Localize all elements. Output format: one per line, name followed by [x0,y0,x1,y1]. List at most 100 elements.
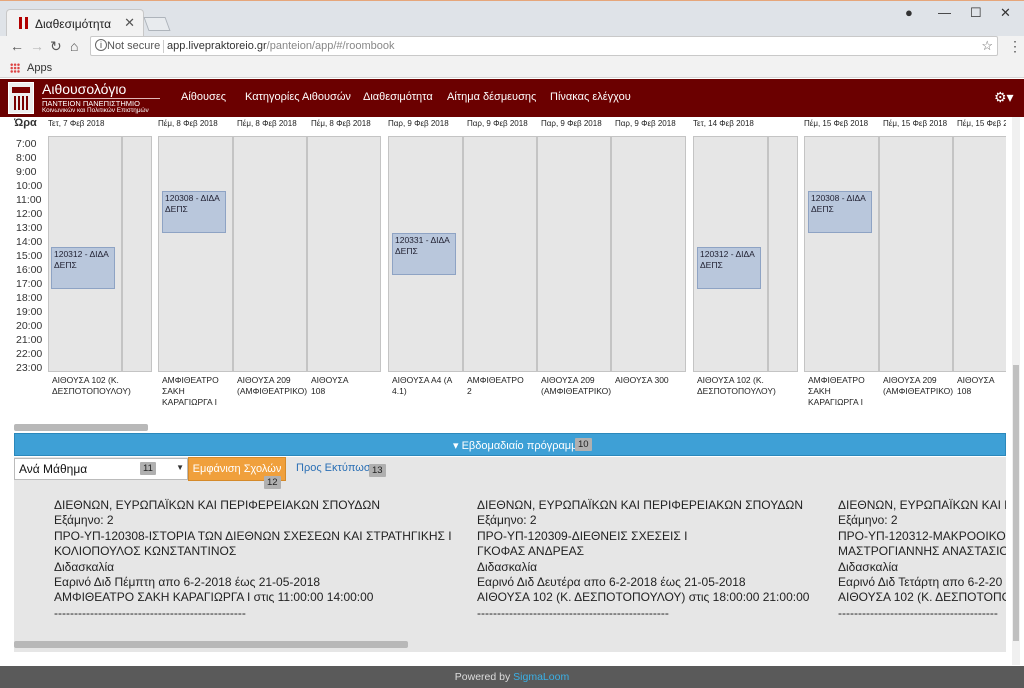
close-window-icon[interactable]: ✕ [1000,5,1011,21]
column-header[interactable]: Παρ, 9 Φεβ 2018 [615,119,676,128]
nav-availability[interactable]: Διαθεσιμότητα [363,91,433,103]
course-semester: Εξάμηνο: 2 [54,513,114,528]
room-column[interactable] [233,136,307,372]
brand-subtitle-2: Κοινωνικών και Πολιτικών Επιστημών [42,107,149,114]
bookmark-star-icon[interactable]: ☆ [981,38,993,54]
close-tab-icon[interactable]: ✕ [124,15,135,31]
booking-event[interactable]: 120312 - ΔΙΔΑ ΔΕΠΣ [697,247,761,289]
new-tab-button[interactable] [143,17,171,31]
reload-icon[interactable]: ↻ [50,38,62,55]
apps-grid-icon[interactable] [10,63,20,73]
booking-event[interactable]: 120312 - ΔΙΔΑ ΔΕΠΣ [51,247,115,289]
event-dept: ΔΕΠΣ [54,260,77,270]
course-separator: ---------------------------------------- [838,605,998,620]
profile-icon[interactable]: ● [905,5,913,20]
booking-event[interactable]: 120331 - ΔΙΔΑ ΔΕΠΣ [392,233,456,275]
room-column[interactable] [611,136,686,372]
hour-label: 9:00 [16,166,37,178]
address-bar[interactable]: i Not secure app.livepraktoreio.gr/pante… [90,36,998,56]
grouping-select[interactable]: Ανά Μάθημα ▼ [14,458,188,480]
room-column[interactable] [804,136,879,372]
browser-menu-icon[interactable]: ⋮ [1008,38,1022,55]
room-column[interactable] [537,136,611,372]
column-header[interactable]: Παρ, 9 Φεβ 2018 [467,119,528,128]
course-separator: ----------------------------------------… [477,605,669,620]
column-header[interactable]: Παρ, 9 Φεβ 2018 [388,119,449,128]
column-header[interactable]: Πέμ, 15 Φεβ 2018 [957,119,1006,128]
column-header[interactable]: Παρ, 9 Φεβ 2018 [541,119,602,128]
powered-by-text: Powered by [454,671,511,683]
course-instructor: ΚΟΛΙΟΠΟΥΛΟΣ ΚΩΝΣΤΑΝΤΙΝΟΣ [54,544,237,559]
tab-title: Διαθεσιμότητα [35,17,112,31]
booking-event[interactable]: 120308 - ΔΙΔΑ ΔΕΠΣ [808,191,872,233]
calendar-horizontal-scrollbar[interactable] [14,424,148,431]
room-column[interactable] [463,136,537,372]
room-label: ΑΙΘΟΥΣΑ Α4 (Α 4.1) [392,375,452,396]
nav-dashboard[interactable]: Πίνακας ελέγχου [550,91,631,103]
course-department: ΔΙΕΘΝΩΝ, ΕΥΡΩΠΑΪΚΩΝ ΚΑΙ ΠΕΡΙΦΕΡΕΙΑΚΩΝ ΣΠ… [54,498,380,512]
room-column[interactable] [158,136,233,372]
course-title: ΠΡΟ-ΥΠ-120312-ΜΑΚΡΟΟΙΚΟΝΟ [838,528,1006,543]
room-column[interactable] [953,136,1006,372]
room-label: ΑΜΦΙΘΕΑΤΡΟ 2 [467,375,524,396]
room-column[interactable] [879,136,953,372]
chevron-down-icon: ▼ [176,463,184,472]
room-column[interactable] [307,136,381,372]
badge-10: 10 [575,438,592,451]
maximize-icon[interactable]: ☐ [970,5,982,21]
hour-label: 11:00 [16,194,42,206]
badge-11: 11 [140,462,156,475]
back-icon[interactable]: ← [10,38,24,54]
hour-label: 15:00 [16,250,43,262]
column-header[interactable]: Πέμ, 8 Φεβ 2018 [158,119,218,128]
browser-tab[interactable]: Διαθεσιμότητα ✕ [6,9,144,37]
hour-label: 14:00 [16,236,43,248]
course-period: Εαρινό Διδ Πέμπτη απο 6-2-2018 έως 21-05… [54,575,321,590]
program-horizontal-scrollbar[interactable] [14,641,408,648]
column-header[interactable]: Τετ, 14 Φεβ 2018 [693,119,754,128]
course-type: Διδασκαλία [477,559,538,574]
page-vertical-scrollbar[interactable] [1012,117,1020,665]
url-host: app.livepraktoreio.gr [167,40,267,52]
course-block: ΔΙΕΘΝΩΝ, ΕΥΡΩΠΑΪΚΩΝ ΚΑΙ ΠΕΡΙ Εξάμηνο: 2 … [838,498,1006,621]
course-semester: Εξάμηνο: 2 [838,513,898,528]
scrollbar-thumb[interactable] [1013,365,1019,641]
nav-booking-request[interactable]: Αίτημα δέσμευσης [447,91,536,103]
course-separator: ----------------------------------------… [54,605,246,620]
forward-icon[interactable]: → [30,38,44,54]
weekly-program-text: Εβδομαδιαίο πρόγραμμα [461,440,584,452]
omnibox-separator [163,40,164,53]
nav-room-categories[interactable]: Κατηγορίες Αιθουσών [245,91,351,103]
room-label: ΑΙΘΟΥΣΑ 108 [311,375,349,396]
apps-bookmark[interactable]: Apps [27,62,52,74]
bookmarks-bar: Apps [0,58,1024,78]
column-header[interactable]: Πέμ, 15 Φεβ 2018 [804,119,868,128]
room-label: ΑΙΘΟΥΣΑ 300 [615,375,669,385]
column-header[interactable]: Τετ, 7 Φεβ 2018 [48,119,104,128]
room-label: ΑΙΘΟΥΣΑ 209 (ΑΜΦΙΘΕΑΤΡΙΚΟ) [541,375,612,396]
event-code: 120312 - ΔΙΔΑ [700,249,755,259]
powered-by-brand[interactable]: SigmaLoom [513,671,569,683]
room-label: ΑΙΘΟΥΣΑ 209 (ΑΜΦΙΘΕΑΤΡΙΚΟ) [883,375,954,396]
hour-label: 19:00 [16,306,43,318]
info-icon[interactable]: i [95,39,107,51]
booking-event[interactable]: 120308 - ΔΙΔΑ ΔΕΠΣ [162,191,226,233]
column-header[interactable]: Πέμ, 8 Φεβ 2018 [237,119,297,128]
column-header[interactable]: Πέμ, 8 Φεβ 2018 [311,119,371,128]
home-icon[interactable]: ⌂ [70,38,78,54]
course-block: ΔΙΕΘΝΩΝ, ΕΥΡΩΠΑΪΚΩΝ ΚΑΙ ΠΕΡΙΦΕΡΕΙΑΚΩΝ ΣΠ… [54,498,452,621]
brand-title[interactable]: Αιθουσολόγιο [42,81,126,97]
settings-gear-icon[interactable]: ⚙▾ [994,89,1014,106]
minimize-icon[interactable]: — [938,5,951,20]
badge-13: 13 [369,464,386,477]
hour-label: 20:00 [16,320,43,332]
course-title: ΠΡΟ-ΥΠ-120309-ΔΙΕΘΝΕΙΣ ΣΧΕΣΕΙΣ Ι [477,528,688,543]
university-logo-icon [8,82,34,114]
url-path: /panteion/app/#/roombook [266,40,395,52]
nav-rooms[interactable]: Αίθουσες [181,91,226,103]
course-semester: Εξάμηνο: 2 [477,513,537,528]
event-code: 120308 - ΔΙΔΑ [811,193,866,203]
column-header[interactable]: Πέμ, 15 Φεβ 2018 [883,119,947,128]
print-link[interactable]: Προς Εκτύπωση [296,462,377,474]
weekly-program-toggle[interactable]: ▾ Εβδομαδιαίο πρόγραμμα 10 [14,433,1006,456]
